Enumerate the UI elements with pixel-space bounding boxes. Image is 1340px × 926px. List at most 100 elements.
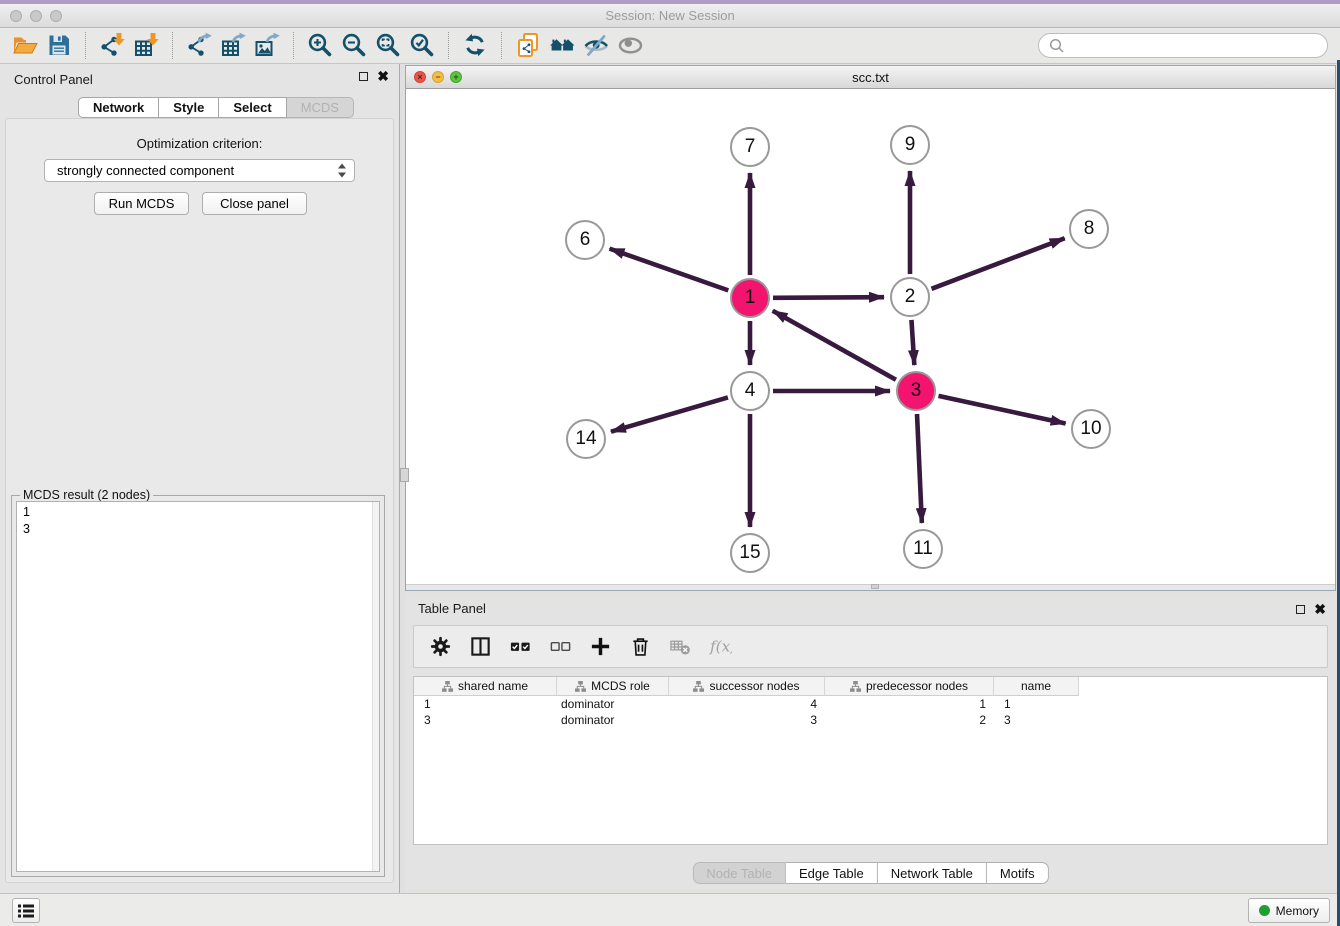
network-view-window: × − + scc.txt 7 9 6 8 1 2 4 3 14 10 15 11 <box>405 65 1336 591</box>
mcds-result-text[interactable]: 1 3 <box>16 501 380 872</box>
zoom-in-button[interactable] <box>303 30 337 62</box>
memory-label: Memory <box>1276 904 1319 918</box>
select-all-button[interactable] <box>508 634 533 659</box>
delete-row-button[interactable] <box>628 634 653 659</box>
duplicate-network-button[interactable] <box>511 30 545 62</box>
graph-node-11[interactable]: 11 <box>903 529 943 569</box>
graph-node-1[interactable]: 1 <box>730 278 770 318</box>
float-panel-icon[interactable] <box>359 72 368 81</box>
table-cell: 1 <box>825 696 994 712</box>
hide-graphics-details-button[interactable] <box>579 30 613 62</box>
tab-style[interactable]: Style <box>159 97 219 118</box>
criterion-select[interactable]: strongly connected component <box>44 159 355 182</box>
toolbar-separator <box>172 32 173 59</box>
columns-button[interactable] <box>468 634 493 659</box>
toolbar-separator <box>85 32 86 59</box>
table-cell: 3 <box>414 712 557 728</box>
close-table-panel-icon[interactable]: ✖ <box>1314 604 1326 614</box>
svg-text:f(x): f(x) <box>709 637 732 655</box>
run-mcds-button[interactable]: Run MCDS <box>94 192 189 215</box>
memory-button[interactable]: Memory <box>1248 898 1330 923</box>
graph-node-2[interactable]: 2 <box>890 277 930 317</box>
table-cell: 4 <box>669 696 825 712</box>
tab-node-table[interactable]: Node Table <box>692 862 786 884</box>
task-history-button[interactable] <box>12 898 40 923</box>
graph-node-4[interactable]: 4 <box>730 371 770 411</box>
graph-node-7[interactable]: 7 <box>730 127 770 167</box>
column-header-name[interactable]: name <box>994 677 1079 696</box>
graph-node-3[interactable]: 3 <box>896 371 936 411</box>
graph-node-10[interactable]: 10 <box>1071 409 1111 449</box>
mcds-result-group: MCDS result (2 nodes) 1 3 <box>11 495 385 877</box>
graph-node-6[interactable]: 6 <box>565 220 605 260</box>
graph-node-8[interactable]: 8 <box>1069 209 1109 249</box>
home-button[interactable] <box>545 30 579 62</box>
node-table: shared nameMCDS rolesuccessor nodesprede… <box>413 676 1328 845</box>
criterion-value: strongly connected component <box>57 163 337 178</box>
toolbar-separator <box>501 32 502 59</box>
status-bar: Memory <box>0 893 1340 926</box>
splitter-handle[interactable] <box>400 468 409 482</box>
close-panel-button[interactable]: Close panel <box>202 192 307 215</box>
search-input[interactable] <box>1071 38 1318 54</box>
table-panel: Table Panel ✖ f(x) shared nameMCDS roles… <box>405 597 1336 889</box>
table-cell: 3 <box>669 712 825 728</box>
column-header-MCDS-role[interactable]: MCDS role <box>557 677 669 696</box>
column-header-predecessor-nodes[interactable]: predecessor nodes <box>825 677 994 696</box>
table-header-row: shared nameMCDS rolesuccessor nodesprede… <box>414 677 1327 696</box>
export-network-button[interactable] <box>182 30 216 62</box>
zoom-fit-button[interactable] <box>371 30 405 62</box>
table-cell: 3 <box>994 712 1079 728</box>
search-icon <box>1048 37 1066 55</box>
network-window-titlebar[interactable]: × − + scc.txt <box>406 66 1335 89</box>
table-row[interactable]: 3dominator323 <box>414 712 1327 728</box>
table-cell: 1 <box>994 696 1079 712</box>
mcds-panel: Optimization criterion: strongly connect… <box>5 118 394 883</box>
frame-bottom-edge <box>406 584 1335 590</box>
import-network-button[interactable] <box>95 30 129 62</box>
tab-network[interactable]: Network <box>78 97 159 118</box>
table-row[interactable]: 1dominator411 <box>414 696 1327 712</box>
result-scrollbar[interactable] <box>372 502 379 871</box>
tab-mcds[interactable]: MCDS <box>287 97 354 118</box>
column-header-successor-nodes[interactable]: successor nodes <box>669 677 825 696</box>
settings-button[interactable] <box>428 634 453 659</box>
function-builder-button: f(x) <box>708 634 733 659</box>
graph-node-9[interactable]: 9 <box>890 125 930 165</box>
export-table-button[interactable] <box>216 30 250 62</box>
toolbar-separator <box>293 32 294 59</box>
memory-status-icon <box>1259 905 1270 916</box>
toolbar-separator <box>448 32 449 59</box>
optimization-criterion-label: Optimization criterion: <box>6 136 393 151</box>
tab-network-table[interactable]: Network Table <box>878 862 987 884</box>
list-icon <box>15 900 37 922</box>
tab-motifs[interactable]: Motifs <box>987 862 1049 884</box>
table-cell: dominator <box>557 696 669 712</box>
open-session-button[interactable] <box>8 30 42 62</box>
zoom-out-button[interactable] <box>337 30 371 62</box>
float-table-panel-icon[interactable] <box>1296 605 1305 614</box>
deselect-all-button[interactable] <box>548 634 573 659</box>
table-cell: dominator <box>557 712 669 728</box>
save-session-button[interactable] <box>42 30 76 62</box>
export-image-button[interactable] <box>250 30 284 62</box>
main-toolbar <box>0 28 1340 64</box>
graph-node-15[interactable]: 15 <box>730 533 770 573</box>
import-table-button[interactable] <box>129 30 163 62</box>
refresh-button[interactable] <box>458 30 492 62</box>
tab-edge-table[interactable]: Edge Table <box>786 862 878 884</box>
tab-select[interactable]: Select <box>219 97 286 118</box>
close-panel-icon[interactable]: ✖ <box>377 71 389 81</box>
birdseye-view-button[interactable] <box>613 30 647 62</box>
table-cell: 1 <box>414 696 557 712</box>
frame-resize-grip[interactable] <box>871 584 879 589</box>
table-panel-title: Table Panel <box>418 601 486 616</box>
control-panel-title: Control Panel <box>14 72 93 87</box>
select-stepper-icon <box>337 163 347 178</box>
zoom-selected-button[interactable] <box>405 30 439 62</box>
network-canvas[interactable]: 7 9 6 8 1 2 4 3 14 10 15 11 <box>406 89 1335 584</box>
add-row-button[interactable] <box>588 634 613 659</box>
column-header-shared-name[interactable]: shared name <box>414 677 557 696</box>
search-box[interactable] <box>1038 33 1328 58</box>
graph-node-14[interactable]: 14 <box>566 419 606 459</box>
